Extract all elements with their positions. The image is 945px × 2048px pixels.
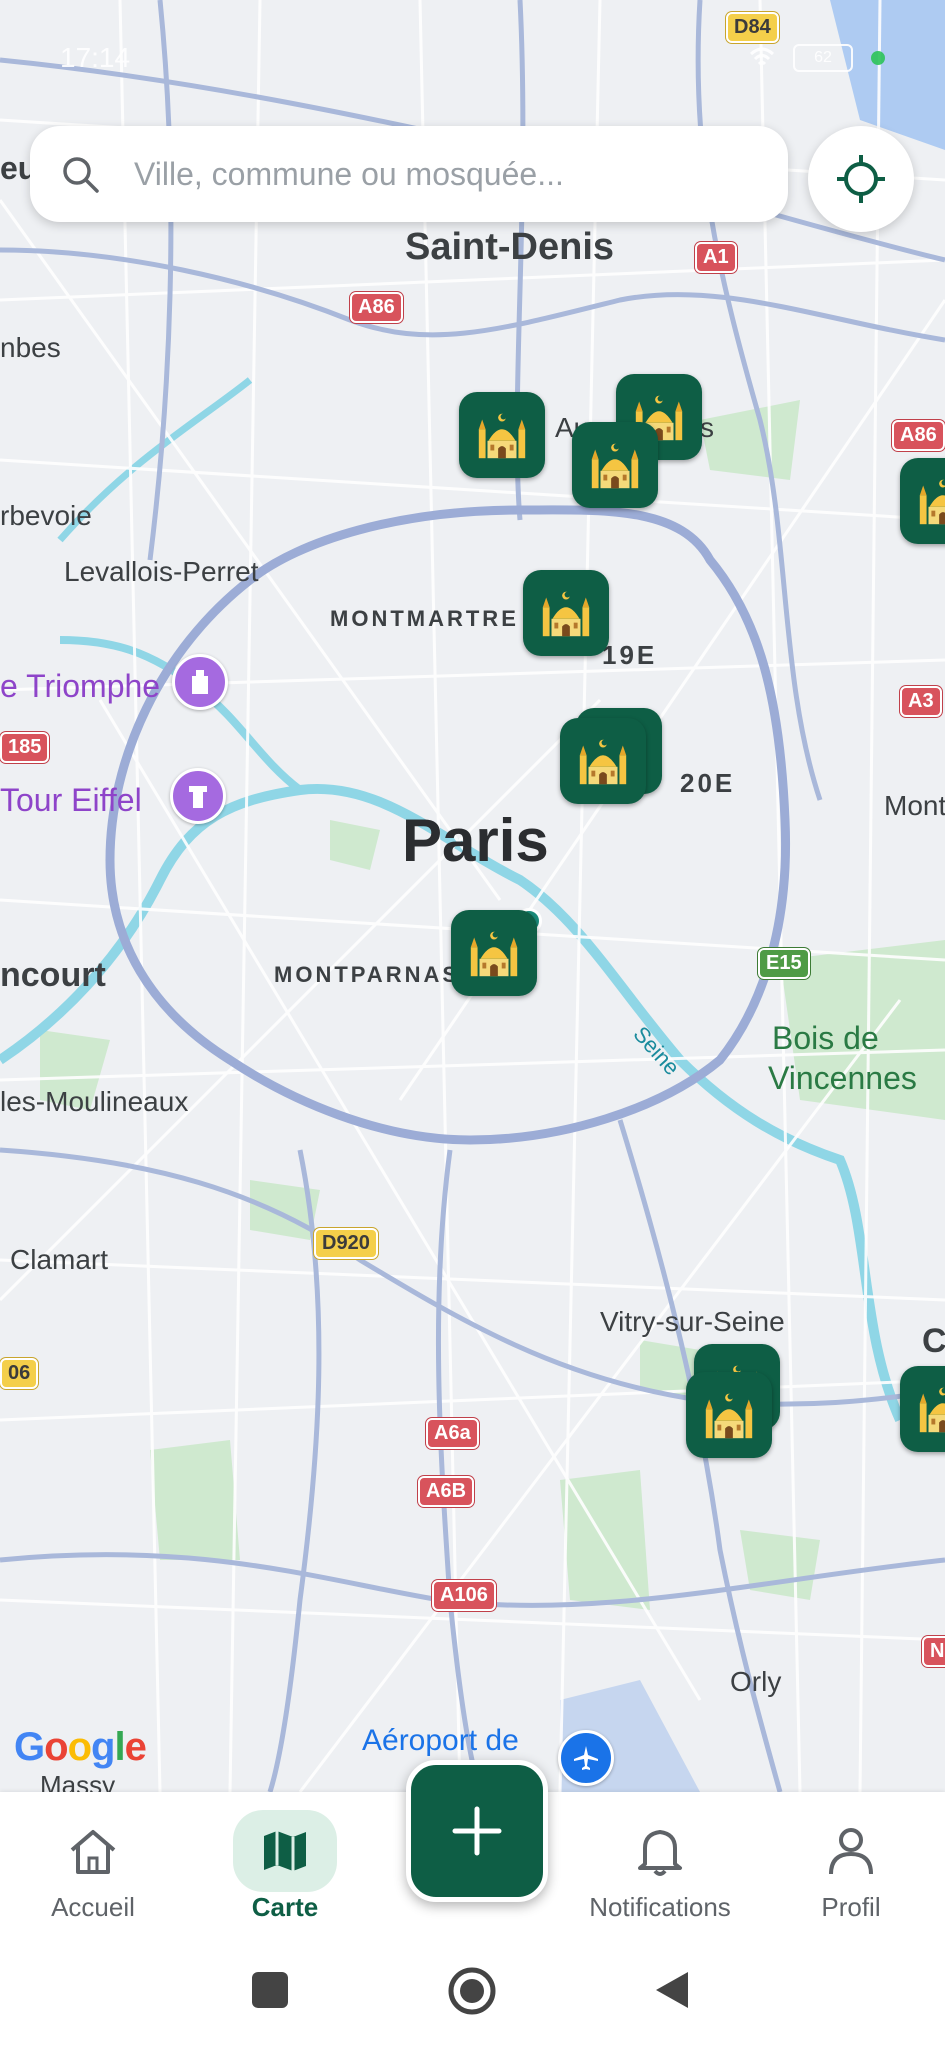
place-label-colombes: nbes [0,332,61,363]
place-label-boulogne: ncourt [0,956,106,994]
search-icon [63,157,99,193]
road-shield-a106: A106 [432,1580,496,1611]
road-shield-185: 185 [0,732,50,763]
system-navigation-bar [0,1930,945,2048]
place-label-montparnasse: MONTPARNASS [274,962,478,987]
monument-poi-arc[interactable] [172,654,228,710]
nav-item-accueil[interactable]: Accueil [38,1792,148,1930]
mosque-icon [473,406,531,464]
place-label-vincennes: Vincennes [768,1060,917,1096]
place-label-arc: e Triomphe [0,668,161,704]
road-shield-a86-east: A86 [892,420,945,451]
place-label-s: s [700,412,714,443]
mosque-marker[interactable] [451,910,537,996]
mosque-marker[interactable] [572,422,658,508]
nav-label-notifications: Notifications [589,1892,731,1922]
map-icon [233,1810,337,1892]
place-label-paris: Paris [402,807,549,874]
place-label-saint-denis: Saint-Denis [405,226,615,268]
nav-label-carte: Carte [251,1892,319,1922]
user-icon [799,1810,903,1892]
mosque-marker[interactable] [900,1366,945,1452]
home-icon [41,1810,145,1892]
place-label-eiffel: Tour Eiffel [0,782,142,818]
status-bar: 17:14 62 [60,40,885,76]
nav-item-profil[interactable]: Profil [796,1792,906,1930]
place-label-levallois: Levallois-Perret [64,556,259,587]
search-bar[interactable]: Ville, commune ou mosquée... [30,126,788,222]
road-shield-a1: A1 [695,242,737,273]
recents-icon[interactable] [250,1970,290,2010]
tower-icon [189,786,207,808]
place-label-19e: 19E [602,640,658,670]
place-label-clamart: Clamart [10,1244,109,1275]
place-label-20e: 20E [680,768,736,798]
road-shield-e15: E15 [758,948,810,979]
battery-indicator: 62 [793,44,853,72]
bell-icon [608,1810,712,1892]
mosque-marker[interactable] [459,392,545,478]
nav-item-notifications[interactable]: Notifications [580,1792,740,1930]
place-label-courbevoie: rbevoie [0,500,92,531]
crosshair-icon [837,155,885,203]
monument-poi-eiffel[interactable] [170,768,226,824]
mosque-icon [914,1380,945,1438]
mosque-icon [465,924,523,982]
place-label-orly: Orly [730,1666,782,1697]
google-attribution: Google [14,1725,147,1769]
back-icon[interactable] [652,1968,692,2012]
road-shield-n: N [922,1636,945,1667]
place-label-aeroport: Aéroport de [362,1724,519,1757]
road-shield-a86: A86 [350,292,403,323]
locate-button[interactable] [808,126,914,232]
wifi-icon [749,47,775,66]
monument-icon [192,670,208,694]
road-shield-a6b: A6B [418,1476,475,1507]
mosque-marker[interactable] [686,1372,772,1458]
nav-label-accueil: Accueil [51,1892,135,1922]
nav-label-profil: Profil [821,1892,881,1922]
road-shield-06: 06 [0,1358,39,1389]
mosque-icon [586,436,644,494]
road-shield-a6a: A6a [426,1418,479,1449]
mosque-icon [914,472,945,530]
plus-icon [452,1806,502,1856]
mosque-icon [574,732,632,790]
map-view[interactable]: 17:14 62 Ville, commune ou mosquée... eu… [0,0,945,1792]
search-placeholder[interactable]: Ville, commune ou mosquée... [134,156,564,193]
status-dot [871,51,885,65]
place-label-mont: Mont [884,790,945,821]
place-label-montmartre: MONTMARTRE [330,606,519,631]
place-label-massy: Massy [40,1770,116,1792]
mosque-icon [537,584,595,642]
mosque-icon [700,1386,758,1444]
add-button[interactable] [406,1760,548,1902]
airplane-icon [574,1746,598,1770]
nav-item-carte[interactable]: Carte [230,1792,340,1930]
place-label-issy: les-Moulineaux [0,1086,189,1117]
status-time: 17:14 [60,42,131,73]
road-shield-d84: D84 [726,12,779,43]
place-label-bois: Bois de [772,1020,879,1056]
mosque-marker[interactable] [523,570,609,656]
place-label-vitry: Vitry-sur-Seine [600,1306,785,1337]
mosque-marker[interactable] [900,458,945,544]
mosque-marker[interactable] [560,718,646,804]
airport-poi[interactable] [558,1730,614,1786]
place-label-c: C [922,1322,945,1360]
road-shield-d920: D920 [314,1228,378,1259]
home-circle-icon[interactable] [447,1966,497,2016]
road-shield-a3: A3 [900,686,942,717]
